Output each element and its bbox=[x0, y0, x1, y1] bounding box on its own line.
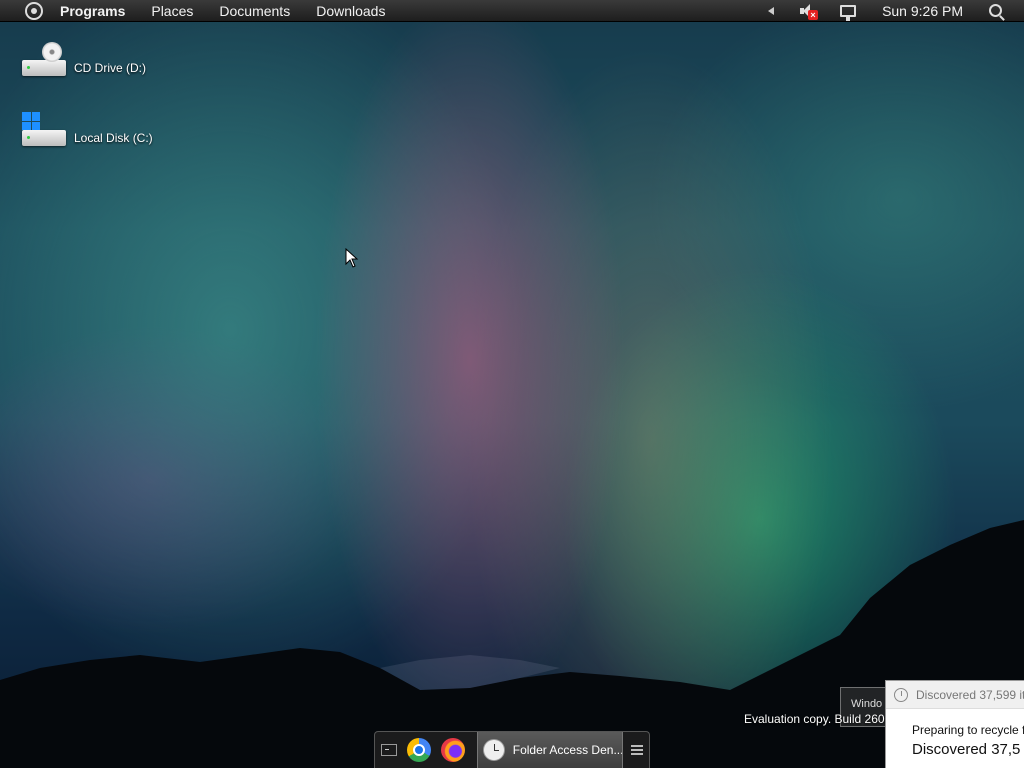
clock[interactable]: Sun 9:26 PM bbox=[882, 3, 963, 19]
taskbar-item-label: Folder Access Den... bbox=[512, 743, 622, 757]
mountain-silhouette bbox=[0, 520, 1024, 768]
menu-programs[interactable]: Programs bbox=[60, 3, 125, 19]
cd-drive-icon bbox=[22, 42, 66, 76]
desktop-icon-local-disk[interactable]: Local Disk (C:) bbox=[22, 112, 153, 146]
evaluation-watermark: Evaluation copy. Build 2608 bbox=[744, 712, 892, 726]
display-icon[interactable] bbox=[840, 4, 857, 21]
volume-muted-icon[interactable]: × bbox=[798, 3, 819, 20]
tray-expand-icon[interactable] bbox=[768, 6, 775, 15]
progress-dialog[interactable]: Discovered 37,599 ite Preparing to recyc… bbox=[885, 680, 1024, 768]
dialog-titlebar[interactable]: Discovered 37,599 ite bbox=[886, 681, 1024, 709]
dialog-status: Discovered 37,5 bbox=[912, 741, 1021, 758]
desktop-icon-cd-drive[interactable]: CD Drive (D:) bbox=[22, 42, 146, 76]
menu-places[interactable]: Places bbox=[151, 3, 193, 19]
search-icon[interactable] bbox=[989, 4, 1002, 17]
top-panel: Programs Places Documents Downloads × Su… bbox=[0, 0, 1024, 22]
terminal-icon[interactable] bbox=[381, 744, 397, 756]
menu-documents[interactable]: Documents bbox=[219, 3, 290, 19]
chrome-icon[interactable] bbox=[407, 738, 431, 762]
firefox-icon[interactable] bbox=[441, 738, 465, 762]
clock-icon bbox=[894, 687, 908, 702]
mouse-cursor-icon bbox=[345, 248, 359, 268]
system-tray: × Sun 9:26 PM bbox=[768, 0, 1024, 22]
applications-menu-icon[interactable] bbox=[25, 1, 43, 20]
desktop-icon-label: Local Disk (C:) bbox=[74, 131, 153, 145]
hamburger-menu-icon[interactable] bbox=[631, 743, 643, 757]
taskbar-item-folder-access[interactable]: Folder Access Den... bbox=[477, 731, 623, 768]
dialog-title: Discovered 37,599 ite bbox=[916, 687, 1024, 702]
dock: Folder Access Den... bbox=[374, 731, 650, 768]
desktop-icon-label: CD Drive (D:) bbox=[74, 61, 146, 75]
dialog-subtitle: Preparing to recycle f bbox=[912, 723, 1024, 737]
menu-downloads[interactable]: Downloads bbox=[316, 3, 385, 19]
local-disk-icon bbox=[22, 112, 66, 146]
clock-icon bbox=[483, 739, 505, 761]
